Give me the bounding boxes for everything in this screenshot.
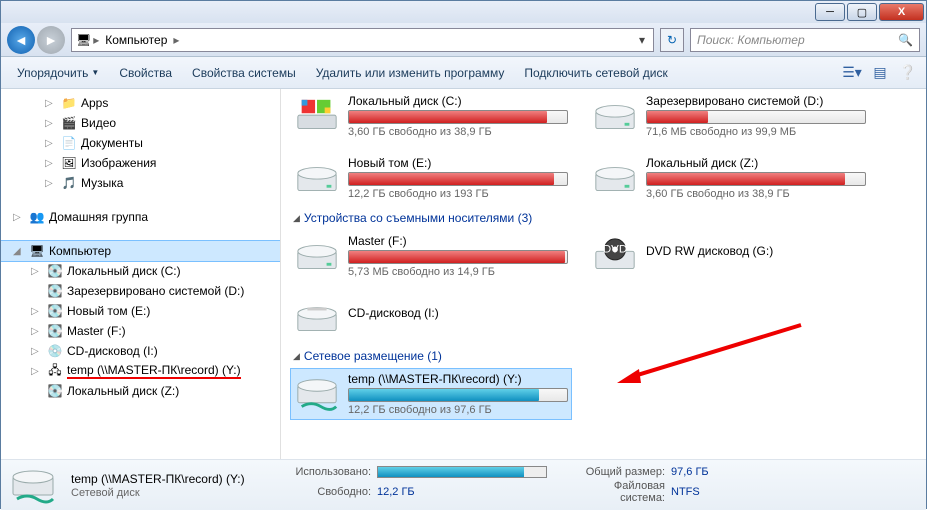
- drive-c[interactable]: Локальный диск (C:)3,60 ГБ свободно из 3…: [291, 91, 571, 141]
- organize-button[interactable]: Упорядочить▼: [7, 62, 109, 84]
- network-drive-icon: 🖧: [47, 363, 63, 379]
- address-dropdown-icon[interactable]: ▾: [635, 33, 649, 47]
- music-icon: 🎵: [61, 175, 77, 191]
- drive-y[interactable]: temp (\\MASTER-ПК\record) (Y:)12,2 ГБ св…: [291, 369, 571, 419]
- minimize-button[interactable]: ─: [815, 3, 845, 21]
- sidebar-item-homegroup[interactable]: ▷👥Домашняя группа: [1, 207, 280, 227]
- navbar: ◄ ► 🖥 ▸ Компьютер ▸ ▾ ↻ Поиск: Компьютер…: [1, 23, 926, 57]
- sidebar-item-drive-z[interactable]: 💽Локальный диск (Z:): [1, 381, 280, 401]
- sidebar-item-images[interactable]: ▷🖼Изображения: [1, 153, 280, 173]
- cd-icon: [294, 296, 340, 338]
- section-network[interactable]: ◢Сетевое размещение (1): [293, 349, 916, 363]
- close-button[interactable]: X: [879, 3, 924, 21]
- hdd-icon: [294, 234, 340, 276]
- search-placeholder: Поиск: Компьютер: [697, 33, 805, 47]
- sidebar-item-drive-e[interactable]: ▷💽Новый том (E:): [1, 301, 280, 321]
- breadcrumb[interactable]: Компьютер: [101, 33, 171, 47]
- search-input[interactable]: Поиск: Компьютер 🔍: [690, 28, 920, 52]
- sidebar-item-drive-d[interactable]: 💽Зарезервировано системой (D:): [1, 281, 280, 301]
- breadcrumb-sep: ▸: [91, 33, 101, 47]
- drive-icon: 💽: [47, 303, 63, 319]
- drive-icon: 💽: [47, 383, 63, 399]
- svg-text:DVD: DVD: [603, 243, 627, 255]
- sidebar-item-drive-c[interactable]: ▷💽Локальный диск (C:): [1, 261, 280, 281]
- sidebar-item-video[interactable]: ▷🎬Видео: [1, 113, 280, 133]
- details-title: temp (\\MASTER-ПК\record) (Y:): [71, 472, 261, 486]
- document-icon: 📄: [61, 135, 77, 151]
- cd-icon: 💿: [47, 343, 63, 359]
- titlebar: ─ ▢ X: [1, 1, 926, 23]
- sidebar-item-drive-y[interactable]: ▷🖧temp (\\MASTER-ПК\record) (Y:): [1, 361, 280, 381]
- network-drive-icon: [9, 465, 57, 505]
- details-pane: temp (\\MASTER-ПК\record) (Y:) Сетевой д…: [1, 459, 926, 510]
- sidebar: ▷📁Apps ▷🎬Видео ▷📄Документы ▷🖼Изображения…: [1, 89, 281, 459]
- properties-button[interactable]: Свойства: [109, 62, 182, 84]
- map-network-button[interactable]: Подключить сетевой диск: [514, 62, 677, 84]
- hdd-icon: [592, 94, 638, 136]
- search-icon: 🔍: [898, 33, 913, 47]
- drive-icon: 💽: [47, 283, 63, 299]
- drive-i[interactable]: CD-дисковод (I:): [291, 293, 571, 341]
- system-properties-button[interactable]: Свойства системы: [182, 62, 306, 84]
- preview-pane-button[interactable]: ▤: [868, 61, 892, 85]
- folder-icon: 📁: [61, 95, 77, 111]
- drive-g[interactable]: DVD DVD RW дисковод (G:): [589, 231, 869, 281]
- drive-e[interactable]: Новый том (E:)12,2 ГБ свободно из 193 ГБ: [291, 153, 571, 203]
- sidebar-item-drive-cd[interactable]: ▷💿CD-дисковод (I:): [1, 341, 280, 361]
- refresh-button[interactable]: ↻: [660, 28, 684, 52]
- video-icon: 🎬: [61, 115, 77, 131]
- drive-icon: 💽: [47, 263, 63, 279]
- address-bar[interactable]: 🖥 ▸ Компьютер ▸ ▾: [71, 28, 654, 52]
- drive-icon: 💽: [47, 323, 63, 339]
- network-drive-icon: [294, 372, 340, 414]
- sidebar-item-apps[interactable]: ▷📁Apps: [1, 93, 280, 113]
- change-program-button[interactable]: Удалить или изменить программу: [306, 62, 515, 84]
- views-button[interactable]: ☰▾: [840, 61, 864, 85]
- usage-bar: [377, 466, 547, 478]
- sidebar-item-computer[interactable]: ◢🖥Компьютер: [1, 241, 280, 261]
- section-removable[interactable]: ◢Устройства со съемными носителями (3): [293, 211, 916, 225]
- homegroup-icon: 👥: [29, 209, 45, 225]
- hdd-icon: [592, 156, 638, 198]
- main: ▷📁Apps ▷🎬Видео ▷📄Документы ▷🖼Изображения…: [1, 89, 926, 459]
- computer-icon: 🖥: [76, 33, 91, 47]
- back-button[interactable]: ◄: [7, 26, 35, 54]
- sidebar-item-documents[interactable]: ▷📄Документы: [1, 133, 280, 153]
- windows-drive-icon: [294, 94, 340, 136]
- content-pane: Локальный диск (C:)3,60 ГБ свободно из 3…: [281, 89, 926, 459]
- drive-z[interactable]: Локальный диск (Z:)3,60 ГБ свободно из 3…: [589, 153, 869, 203]
- maximize-button[interactable]: ▢: [847, 3, 877, 21]
- computer-icon: 🖥: [29, 243, 45, 259]
- drive-d[interactable]: Зарезервировано системой (D:)71,6 МБ сво…: [589, 91, 869, 141]
- help-button[interactable]: ❔: [896, 61, 920, 85]
- sidebar-item-drive-f[interactable]: ▷💽Master (F:): [1, 321, 280, 341]
- image-icon: 🖼: [61, 155, 77, 171]
- hdd-icon: [294, 156, 340, 198]
- dvd-icon: DVD: [592, 234, 638, 276]
- toolbar: Упорядочить▼ Свойства Свойства системы У…: [1, 57, 926, 89]
- sidebar-item-music[interactable]: ▷🎵Музыка: [1, 173, 280, 193]
- details-type: Сетевой диск: [71, 487, 261, 499]
- forward-button[interactable]: ►: [37, 26, 65, 54]
- drive-f[interactable]: Master (F:)5,73 МБ свободно из 14,9 ГБ: [291, 231, 571, 281]
- breadcrumb-sep: ▸: [171, 33, 181, 47]
